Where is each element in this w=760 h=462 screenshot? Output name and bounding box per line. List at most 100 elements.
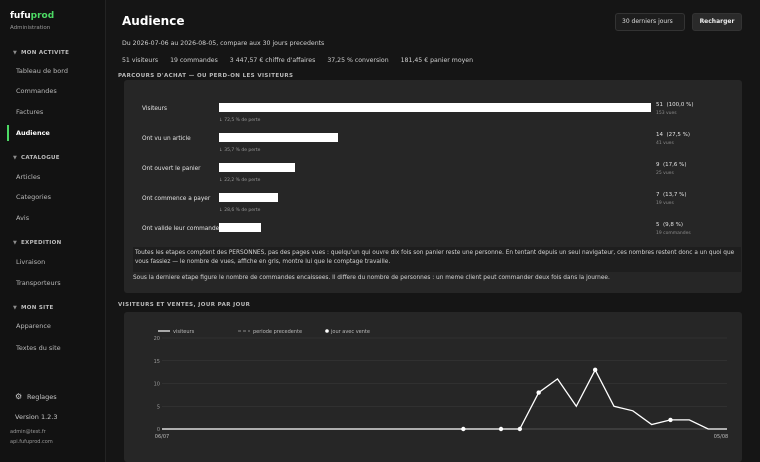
sidebar-item-livraison[interactable]: Livraison — [0, 254, 105, 270]
funnel-count-pct: (100,0 %) — [666, 102, 694, 108]
site-url: api.fufuprod.com — [10, 439, 53, 445]
sidebar-item-factures[interactable]: Factures — [0, 104, 105, 120]
sidebar-item-categories[interactable]: Categories — [0, 189, 105, 205]
sale-day-point — [517, 426, 523, 432]
sidebar-item-apparence[interactable]: Apparence — [0, 318, 105, 334]
gear-icon: ⚙ — [15, 392, 23, 401]
x-tick-label-end: 05/08 — [714, 434, 728, 440]
sidebar-item-audience[interactable]: Audience — [0, 125, 105, 141]
sidebar-item-tableau-de-bord[interactable]: Tableau de bord — [0, 63, 105, 79]
kpi-visitors: 51 visiteurs — [122, 57, 159, 64]
y-tick-label: 10 — [154, 382, 160, 388]
legend-label-visiteurs: visiteurs — [173, 329, 195, 335]
sidebar-item-textes-du-site[interactable]: Textes du site — [0, 340, 105, 356]
y-tick-label: 0 — [157, 427, 160, 433]
funnel-bar — [219, 133, 338, 142]
funnel-views: 41 vues — [656, 141, 674, 146]
y-tick-label: 20 — [154, 336, 160, 342]
nav-section-mon-site[interactable]: ▼ MON SITE — [13, 305, 54, 311]
sale-day-point — [536, 390, 541, 395]
reload-button[interactable]: Recharger — [692, 13, 742, 31]
period-select[interactable]: 30 derniers jours — [615, 13, 685, 31]
nav-section-title: MON SITE — [21, 305, 54, 311]
sidebar: fufuprod Administration ▼ MON ACTIVITE Ta… — [0, 0, 106, 462]
main-content: Audience 30 derniers jours Recharger Du … — [107, 0, 760, 462]
chart-panel: visiteurs periode precedente jour avec ven… — [124, 312, 742, 462]
series-line-visiteurs — [162, 368, 727, 430]
sale-day-point — [498, 426, 504, 432]
funnel-views: 19 commandes — [656, 231, 691, 236]
funnel-bar — [219, 103, 651, 112]
funnel-count-value: 51 — [656, 102, 663, 108]
legend-label-vente: jour avec vente — [330, 329, 370, 335]
funnel-count-pct: (13,7 %) — [663, 192, 687, 198]
funnel-row: Ont ouvert le panier 9 (17,6 %) 25 vues … — [124, 162, 742, 194]
funnel-count: 51 (100,0 %) — [656, 102, 694, 108]
funnel-count: 5 (9,8 %) — [656, 222, 683, 228]
kpi-basket: 181,45 € panier moyen — [400, 57, 473, 64]
funnel-count: 14 (27,5 %) — [656, 132, 690, 138]
nav-section-expedition[interactable]: ▼ EXPEDITION — [13, 240, 61, 246]
kpi-conversion: 37,25 % conversion — [327, 57, 389, 64]
version-label: Version 1.2.3 — [15, 413, 58, 421]
chevron-down-icon: ▼ — [13, 50, 18, 56]
brand-logo[interactable]: fufuprod — [10, 11, 54, 21]
user-email: admin@test.fr — [10, 429, 46, 435]
sidebar-item-avis[interactable]: Avis — [0, 210, 105, 226]
funnel-row: Visiteurs 51 (100,0 %) 153 vues ↓ 72,5 %… — [124, 102, 742, 134]
kpi-orders: 19 commandes — [170, 57, 218, 64]
nav-section-activite[interactable]: ▼ MON ACTIVITE — [13, 50, 69, 56]
settings-label: Reglages — [27, 393, 57, 401]
funnel-row: Ont vu un article 14 (27,5 %) 41 vues ↓ … — [124, 132, 742, 164]
funnel-views: 153 vues — [656, 111, 677, 116]
funnel-count-value: 9 — [656, 162, 660, 168]
settings-link[interactable]: ⚙ Reglages — [15, 392, 57, 401]
funnel-section-title: PARCOURS D'ACHAT — OU PERD-ON LES VISITE… — [118, 73, 294, 79]
kpi-revenue: 3 447,57 € chiffre d'affaires — [229, 57, 316, 64]
funnel-note-orders: Sous la derniere etape figure le nombre … — [133, 275, 610, 281]
sale-day-point — [461, 426, 466, 432]
visitors-chart: visiteurs periode precedente jour avec ven… — [154, 329, 729, 440]
nav-section-title: CATALOGUE — [21, 155, 60, 161]
funnel-label: Ont valide leur commande — [142, 226, 220, 232]
funnel-drop: ↓ 35,7 % de perte — [219, 148, 261, 153]
chart-section-title: VISITEURS ET VENTES, JOUR PAR JOUR — [118, 302, 251, 308]
funnel-count-pct: (17,6 %) — [663, 162, 687, 168]
x-tick-label-start: 06/07 — [155, 434, 169, 440]
nav-section-title: EXPEDITION — [21, 240, 62, 246]
funnel-bar — [219, 193, 278, 202]
kpi-summary: 51 visiteurs 19 commandes 3 447,57 € chi… — [122, 57, 483, 64]
sidebar-item-commandes[interactable]: Commandes — [0, 83, 105, 99]
brand-accent: prod — [30, 11, 55, 21]
funnel-panel: Visiteurs 51 (100,0 %) 153 vues ↓ 72,5 %… — [124, 80, 742, 293]
funnel-bar — [219, 163, 295, 172]
funnel-label: Ont vu un article — [142, 136, 191, 142]
sale-day-point — [668, 417, 673, 423]
sidebar-item-transporteurs[interactable]: Transporteurs — [0, 275, 105, 291]
funnel-count-value: 14 — [656, 132, 663, 138]
funnel-count-value: 5 — [656, 222, 660, 228]
brand-subtitle: Administration — [10, 25, 51, 31]
brand-prefix: fufu — [10, 11, 31, 21]
sale-day-point — [592, 367, 598, 373]
funnel-drop: ↓ 28,6 % de perte — [219, 208, 261, 213]
funnel-views: 25 vues — [656, 171, 674, 176]
chevron-down-icon: ▼ — [13, 155, 18, 161]
funnel-label: Ont ouvert le panier — [142, 166, 201, 172]
funnel-views: 19 vues — [656, 201, 674, 206]
funnel-label: Visiteurs — [142, 106, 167, 112]
sidebar-item-articles[interactable]: Articles — [0, 169, 105, 185]
chevron-down-icon: ▼ — [13, 305, 18, 311]
nav-section-catalogue[interactable]: ▼ CATALOGUE — [13, 155, 60, 161]
funnel-note: Toutes les etapes comptent des PERSONNES… — [133, 247, 741, 272]
funnel-count: 7 (13,7 %) — [656, 192, 687, 198]
funnel-bar — [219, 223, 261, 232]
chevron-down-icon: ▼ — [13, 240, 18, 246]
legend-swatch-vente — [325, 329, 329, 333]
nav-section-title: MON ACTIVITE — [21, 50, 70, 56]
legend-label-periode: periode precedente — [253, 329, 302, 335]
funnel-drop: ↓ 72,5 % de perte — [219, 118, 261, 123]
funnel-count-value: 7 — [656, 192, 660, 198]
funnel-count-pct: (27,5 %) — [666, 132, 691, 138]
funnel-row: Ont commence a payer 7 (13,7 %) 19 vues … — [124, 192, 742, 224]
